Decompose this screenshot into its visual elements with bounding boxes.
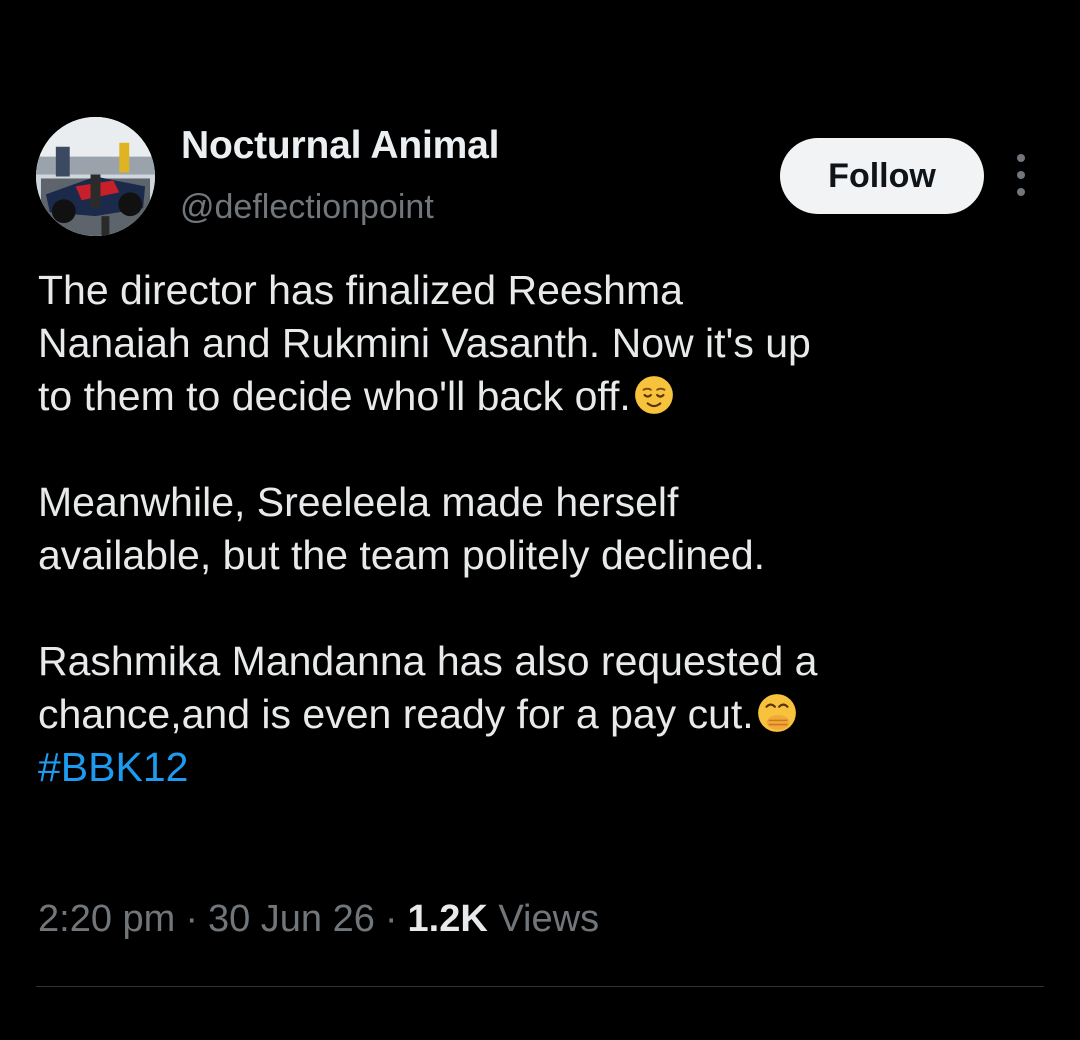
- tweet-paragraph: The director has finalized Reeshma Nanai…: [38, 264, 1048, 423]
- tweet-text: The director has finalized Reeshma Nanai…: [38, 264, 1048, 794]
- more-dot: [1017, 171, 1025, 179]
- more-dot: [1017, 188, 1025, 196]
- relieved-face-emoji: [633, 374, 675, 416]
- race-car-photo: [36, 117, 155, 236]
- face-with-hand-over-mouth-emoji: [756, 692, 798, 734]
- author-avatar[interactable]: [36, 117, 155, 236]
- divider: [36, 986, 1044, 987]
- author-handle[interactable]: @deflectionpoint: [180, 188, 434, 227]
- views-label: Views: [498, 898, 600, 940]
- more-vertical-icon[interactable]: [1006, 150, 1036, 200]
- tweet-paragraph: Rashmika Mandanna has also requested a c…: [38, 635, 1048, 794]
- meta-separator: ·: [185, 898, 198, 940]
- more-dot: [1017, 154, 1025, 162]
- follow-button[interactable]: Follow: [780, 138, 984, 214]
- views-count: 1.2K: [407, 898, 488, 940]
- tweet-time[interactable]: 2:20 pm: [38, 898, 175, 940]
- author-display-name[interactable]: Nocturnal Animal: [181, 124, 499, 168]
- hashtag-link[interactable]: #BBK12: [38, 744, 188, 790]
- tweet-paragraph-text: Rashmika Mandanna has also requested a c…: [38, 638, 818, 737]
- tweet-paragraph-text: The director has finalized Reeshma Nanai…: [38, 267, 811, 419]
- tweet-metadata: 2:20 pm · 30 Jun 26 · 1.2K Views: [38, 898, 599, 941]
- tweet-paragraph: Meanwhile, Sreeleela made herself availa…: [38, 479, 766, 578]
- tweet-card: Nocturnal Animal @deflectionpoint Follow…: [0, 0, 1080, 1040]
- meta-separator: ·: [384, 898, 398, 940]
- tweet-date[interactable]: 30 Jun 26: [208, 898, 375, 940]
